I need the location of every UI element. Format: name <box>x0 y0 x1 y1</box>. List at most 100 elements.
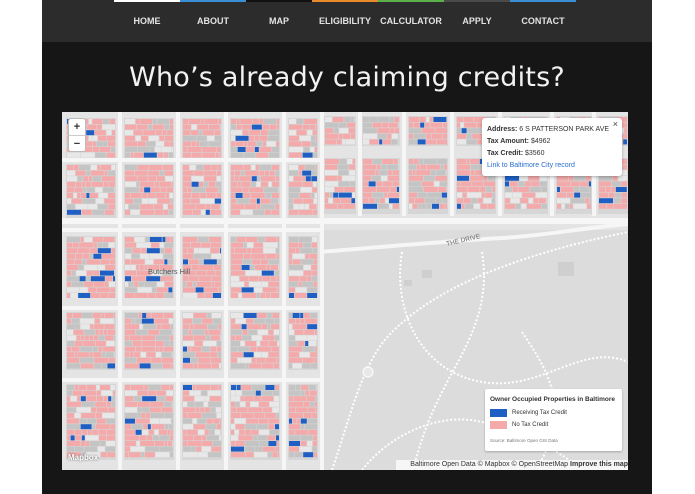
parcel-no-credit <box>161 407 173 413</box>
parcel <box>539 175 547 181</box>
parcel <box>535 192 547 198</box>
parcel <box>98 335 105 341</box>
parcel-no-credit <box>307 396 316 402</box>
parcel-receiving-credit <box>139 363 151 369</box>
parcel-no-credit <box>199 181 204 187</box>
parcel <box>349 170 355 176</box>
parcel <box>207 390 221 396</box>
parcel-no-credit <box>289 407 295 413</box>
parcel-receiving-credit <box>276 435 279 441</box>
improve-map-link[interactable]: Improve this map <box>570 461 628 468</box>
parcel-no-credit <box>244 429 251 435</box>
parcel-no-credit <box>190 130 199 136</box>
parcel-no-credit <box>183 363 193 369</box>
parcel <box>363 133 377 139</box>
parcel <box>328 198 333 204</box>
parcel-no-credit <box>147 193 155 198</box>
parcel <box>426 203 432 209</box>
parcel <box>196 135 207 141</box>
parcel <box>193 281 197 287</box>
parcel-no-credit <box>143 130 156 136</box>
parcel-no-credit <box>183 209 192 215</box>
nav-item-map[interactable]: MAP <box>246 0 312 42</box>
parcel-receiving-credit <box>236 385 241 390</box>
parcel <box>100 441 106 446</box>
parcel-no-credit <box>253 396 261 402</box>
parcel <box>111 147 115 152</box>
parcel <box>128 281 134 287</box>
parcel-no-credit <box>166 193 169 198</box>
parcel-no-credit <box>392 170 399 176</box>
parcel <box>137 413 141 418</box>
parcel-no-credit <box>409 198 414 204</box>
parcel <box>580 192 591 198</box>
parcel <box>512 192 522 198</box>
parcel <box>137 287 152 293</box>
city-record-link[interactable]: Link to Baltimore City record <box>487 162 575 169</box>
parcel-no-credit <box>231 119 236 124</box>
parcel <box>300 248 313 254</box>
parcel <box>363 122 372 128</box>
parcel-no-credit <box>204 329 208 335</box>
parcel <box>307 335 317 341</box>
mapbox-logo[interactable]: Mapbox <box>68 453 98 462</box>
parcel-no-credit <box>336 139 342 145</box>
parcel <box>256 181 261 187</box>
parcel <box>265 193 272 198</box>
parcel-no-credit <box>170 141 173 147</box>
parcel-receiving-credit <box>80 424 92 430</box>
parcel-no-credit <box>249 363 262 369</box>
parcel-no-credit <box>151 242 160 248</box>
parcel <box>183 341 194 346</box>
parcel <box>131 253 140 259</box>
parcel-no-credit <box>105 313 113 318</box>
attribution-text[interactable]: Baltimore Open Data © Mapbox © OpenStree… <box>410 461 568 468</box>
nav-item-contact[interactable]: CONTACT <box>510 0 576 42</box>
nav-item-eligibility[interactable]: ELIGIBILITY <box>312 0 378 42</box>
parcel-no-credit <box>157 152 164 158</box>
parcel-no-credit <box>614 203 627 209</box>
parcel-no-credit <box>570 181 580 187</box>
nav-accent-bar <box>246 0 312 2</box>
parcel-no-credit <box>409 192 417 198</box>
parcel-no-credit <box>533 198 539 204</box>
nav-item-apply[interactable]: APPLY <box>444 0 510 42</box>
parcel <box>310 313 317 318</box>
parcel-no-credit <box>104 209 114 215</box>
parcel <box>303 265 311 270</box>
parcel <box>269 401 279 407</box>
popup-close-button[interactable]: × <box>613 119 618 129</box>
parcel-no-credit <box>260 341 269 346</box>
parcel <box>136 242 151 248</box>
zoom-out-button[interactable]: − <box>69 135 85 151</box>
parcel-no-credit <box>413 159 419 164</box>
parcel-no-credit <box>245 341 257 346</box>
parcel-no-credit <box>298 170 302 176</box>
parcel-no-credit <box>243 253 251 259</box>
parcel <box>276 248 279 254</box>
parcel-no-credit <box>234 176 239 182</box>
parcel <box>275 335 279 341</box>
parcel-no-credit <box>202 130 214 136</box>
nav-item-home[interactable]: HOME <box>114 0 180 42</box>
parcel-no-credit <box>67 253 75 259</box>
parcel-no-credit <box>168 204 173 210</box>
parcel <box>342 175 355 181</box>
parcel <box>150 413 165 418</box>
parcel <box>377 133 387 139</box>
zoom-in-button[interactable]: + <box>69 119 85 135</box>
nav-item-calculator[interactable]: CALCULATOR <box>378 0 444 42</box>
nav-item-about[interactable]: ABOUT <box>180 0 246 42</box>
parcel-no-credit <box>97 165 101 170</box>
parcel <box>240 401 246 407</box>
parcel-no-credit <box>457 170 470 176</box>
parcel-no-credit <box>314 329 317 335</box>
parcel <box>95 152 107 158</box>
parcel <box>307 418 317 424</box>
parcel-no-credit <box>289 135 299 141</box>
parcel <box>125 407 137 413</box>
parcel-no-credit <box>137 141 146 147</box>
parcel <box>289 324 292 330</box>
parcel <box>201 390 208 396</box>
legend-title: Owner Occupied Properties in Baltimore <box>490 396 615 403</box>
